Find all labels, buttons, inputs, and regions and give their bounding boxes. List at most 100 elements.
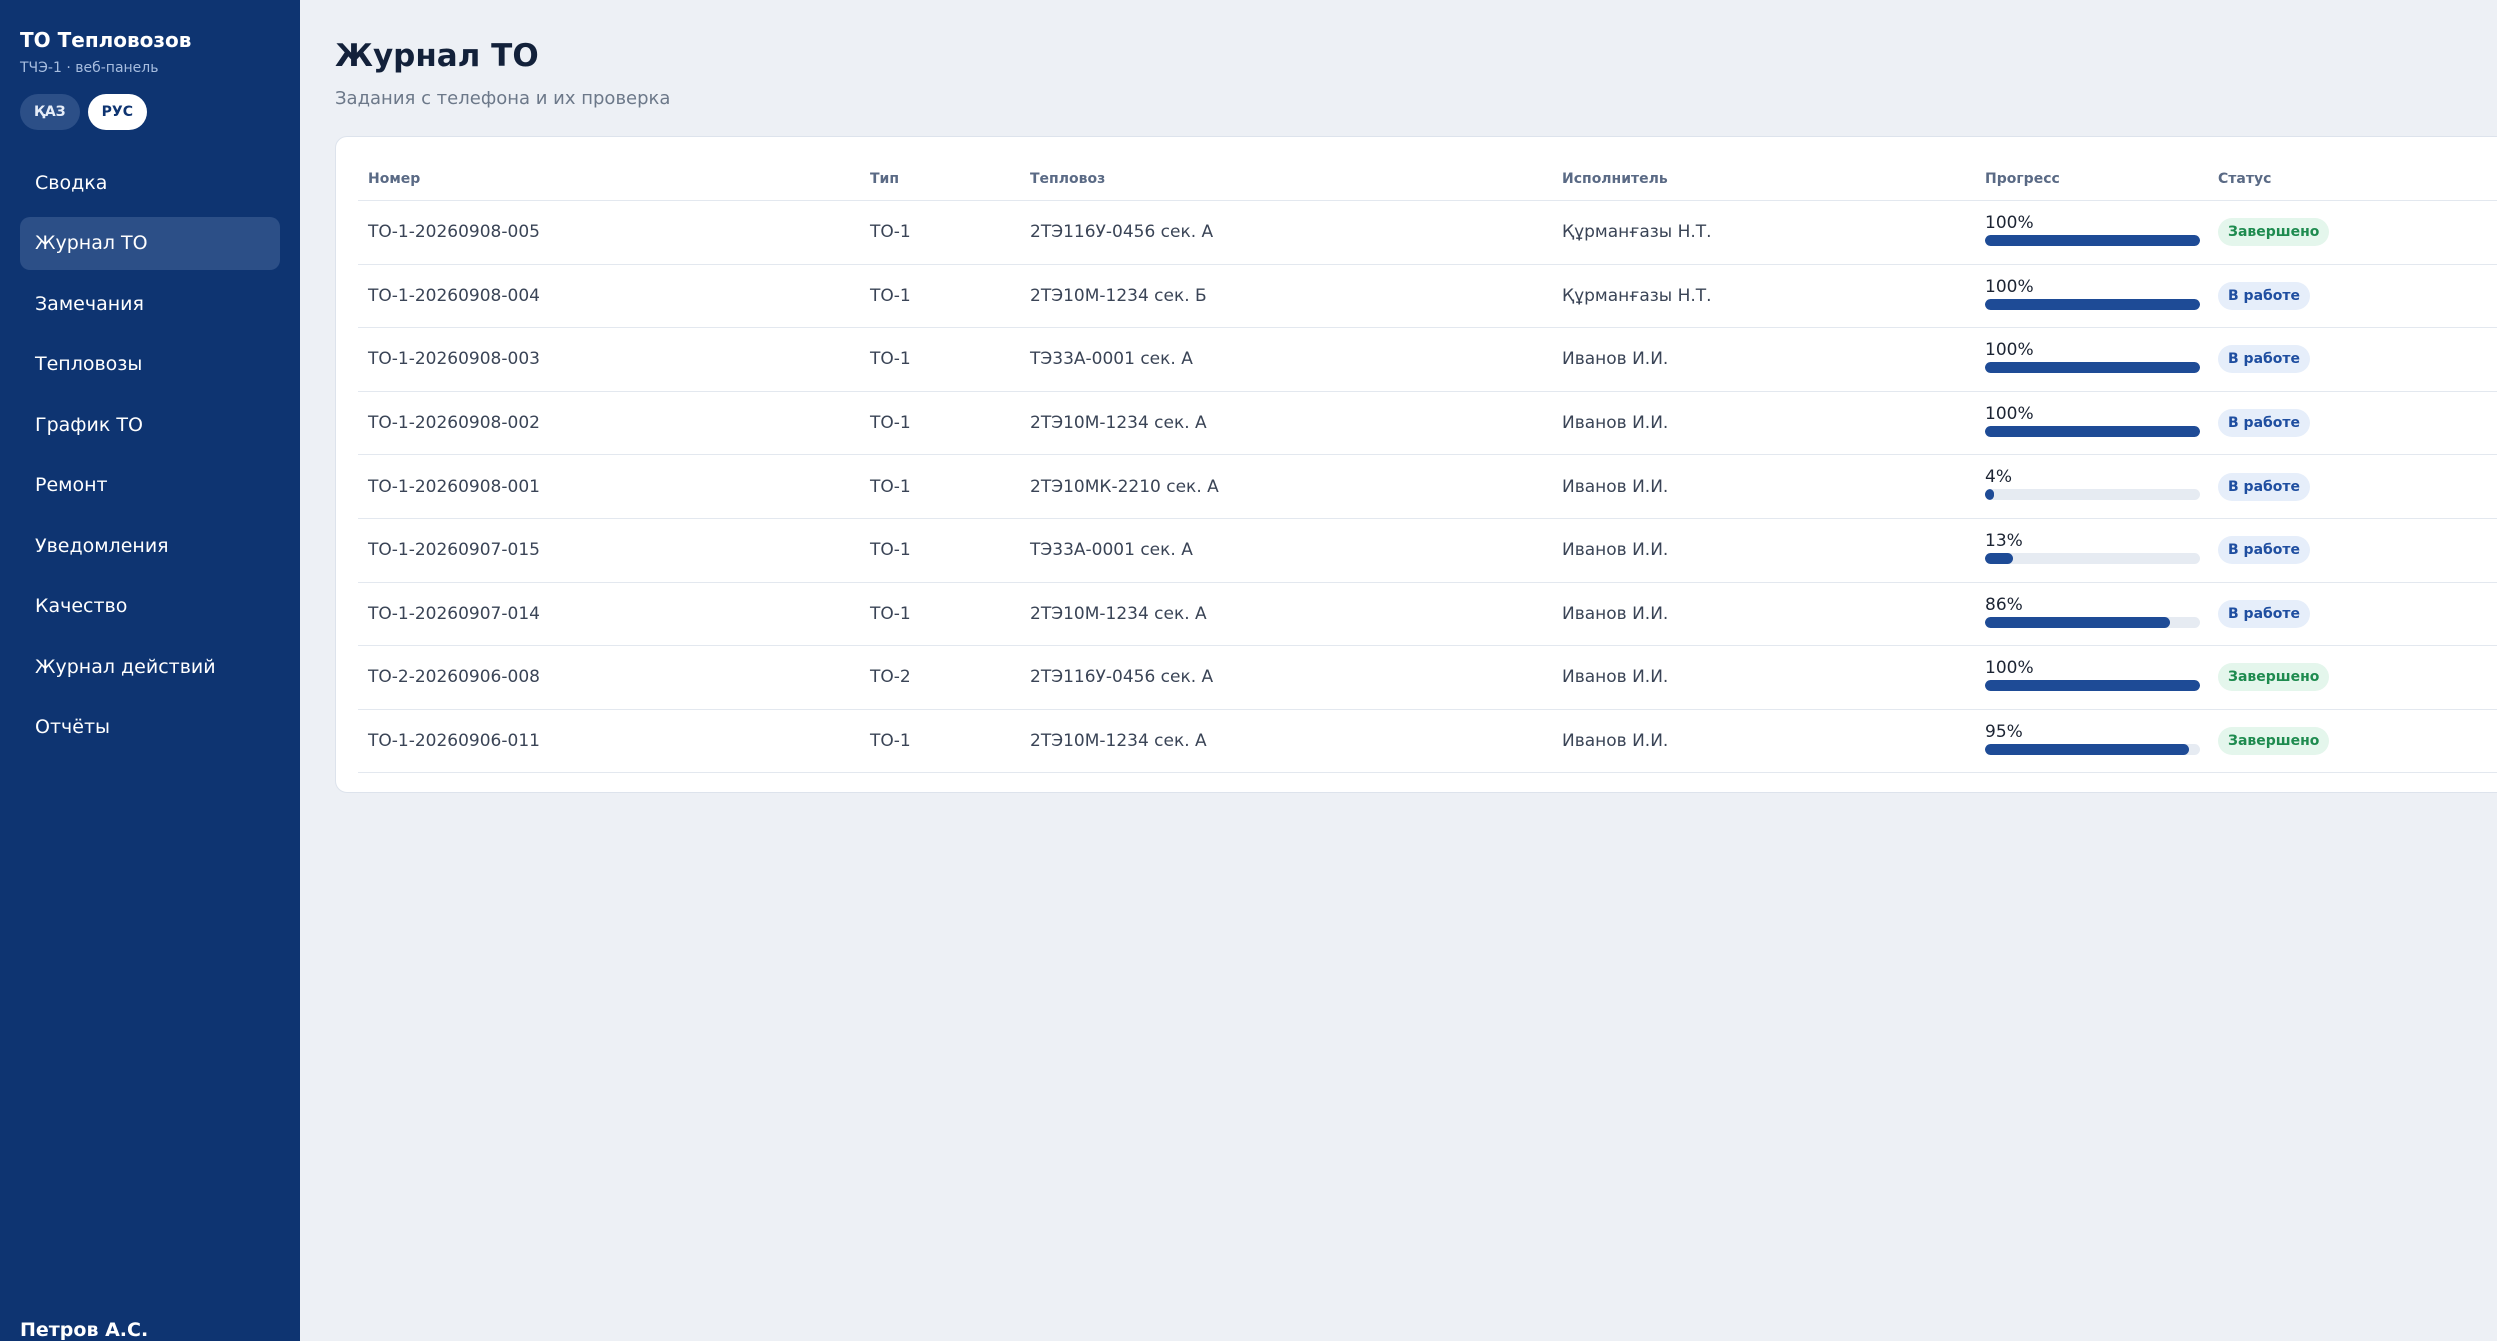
sidebar-item-label: Журнал действий xyxy=(35,655,216,678)
progress-cell: 95% xyxy=(1985,722,2200,755)
sidebar-item-8[interactable]: Журнал действий xyxy=(20,640,280,693)
cell-type: ТО-2 xyxy=(870,667,911,688)
cell-executor: Иванов И.И. xyxy=(1562,476,1669,497)
status-badge: В работе xyxy=(2218,472,2311,501)
cell-loco: 2ТЭ10М-1234 сек. А xyxy=(1030,731,1207,752)
progress-bar xyxy=(1985,235,2200,246)
app-title: ТО Тепловозов xyxy=(20,28,192,52)
status-cell: В работе xyxy=(2218,536,2311,565)
status-badge: В работе xyxy=(2218,345,2311,374)
sidebar-item-label: Сводка xyxy=(35,171,108,194)
cell-type: ТО-1 xyxy=(870,731,911,752)
progress-label: 95% xyxy=(1985,721,2023,742)
status-badge: В работе xyxy=(2218,281,2311,310)
status-cell: В работе xyxy=(2218,345,2311,374)
progress-bar-fill xyxy=(1985,298,2200,310)
cell-executor: Иванов И.И. xyxy=(1562,540,1669,561)
status-cell: В работе xyxy=(2218,409,2311,438)
progress-bar xyxy=(1985,616,2200,628)
lang-button-0[interactable]: ҚАЗ xyxy=(20,94,80,130)
sidebar-item-9[interactable]: Отчёты xyxy=(20,701,280,754)
progress-bar xyxy=(1985,489,2200,501)
sidebar-item-2[interactable]: Замечания xyxy=(20,277,280,330)
table-row[interactable]: ТО-1-20260908-002 ТО-1 2ТЭ10М-1234 сек. А И… xyxy=(358,392,2497,456)
table-row[interactable]: ТО-1-20260907-015 ТО-1 ТЭ33А-0001 сек. А Ив… xyxy=(358,519,2497,583)
cell-executor: Құрманғазы Н.Т. xyxy=(1562,222,1712,243)
table-row[interactable]: ТО-1-20260908-004 ТО-1 2ТЭ10М-1234 сек. Б Қ… xyxy=(358,265,2497,329)
cell-number: ТО-1-20260906-011 xyxy=(368,731,540,752)
cell-loco: 2ТЭ116У-0456 сек. А xyxy=(1030,222,1214,243)
table-row[interactable]: ТО-2-20260906-008 ТО-2 2ТЭ116У-0456 сек. А… xyxy=(358,646,2497,710)
progress-cell: 100% xyxy=(1985,404,2200,437)
table-row[interactable]: ТО-1-20260908-003 ТО-1 ТЭ33А-0001 сек. А Ив… xyxy=(358,328,2497,392)
cell-executor: Иванов И.И. xyxy=(1562,731,1669,752)
cell-number: ТО-1-20260908-002 xyxy=(368,413,540,434)
header-type[interactable]: Тип xyxy=(870,171,899,187)
cell-type: ТО-1 xyxy=(870,349,911,370)
cell-loco: 2ТЭ10М-1234 сек. Б xyxy=(1030,285,1207,306)
header-progress[interactable]: Прогресс xyxy=(1985,171,2060,187)
sidebar-item-label: Ремонт xyxy=(35,474,108,496)
progress-cell: 86% xyxy=(1985,595,2200,628)
table-row[interactable]: ТО-1-20260907-014 ТО-1 2ТЭ10М-1234 сек. А И… xyxy=(358,583,2497,647)
cell-type: ТО-1 xyxy=(870,285,911,306)
header-executor[interactable]: Исполнитель xyxy=(1562,171,1668,187)
cell-type: ТО-1 xyxy=(870,222,911,243)
app-subtitle: ТЧЭ-1 · веб-панель xyxy=(20,60,159,76)
cell-type: ТО-1 xyxy=(870,540,911,561)
table-row[interactable]: ТО-1-20260908-001 ТО-1 2ТЭ10МК-2210 сек. А… xyxy=(358,455,2497,519)
table-row[interactable]: ТО-1-20260908-005 ТО-1 2ТЭ116У-0456 сек. А… xyxy=(358,201,2497,265)
status-badge: В работе xyxy=(2218,536,2311,565)
cell-loco: ТЭ33А-0001 сек. А xyxy=(1030,540,1193,561)
cell-loco: 2ТЭ10М-1234 сек. А xyxy=(1030,603,1207,624)
status-cell: В работе xyxy=(2218,472,2311,501)
header-loco[interactable]: Тепловоз xyxy=(1030,171,1105,187)
progress-bar-fill xyxy=(1985,425,2200,437)
page-subtitle: Задания с телефона и их проверка xyxy=(335,88,671,109)
sidebar-item-7[interactable]: Качество xyxy=(20,580,280,633)
sidebar-item-0[interactable]: Сводка xyxy=(20,156,280,209)
header-number[interactable]: Номер xyxy=(368,171,420,187)
sidebar-item-1[interactable]: Журнал ТО xyxy=(20,216,280,270)
progress-cell: 100% xyxy=(1985,213,2200,246)
cell-type: ТО-1 xyxy=(870,413,911,434)
cell-number: ТО-1-20260908-004 xyxy=(368,285,540,306)
cell-executor: Құрманғазы Н.Т. xyxy=(1562,285,1712,306)
progress-bar xyxy=(1985,743,2200,755)
table-row[interactable]: ТО-1-20260906-011 ТО-1 2ТЭ10М-1234 сек. А И… xyxy=(358,710,2497,774)
progress-label: 4% xyxy=(1985,467,2012,488)
sidebar-item-5[interactable]: Ремонт xyxy=(20,459,280,512)
progress-bar xyxy=(1985,362,2200,374)
header-status[interactable]: Статус xyxy=(2218,171,2271,187)
progress-label: 100% xyxy=(1985,403,2034,424)
status-cell: Завершено xyxy=(2218,218,2330,247)
progress-cell: 100% xyxy=(1985,277,2200,310)
cell-number: ТО-1-20260907-014 xyxy=(368,603,540,624)
progress-label: 100% xyxy=(1985,276,2034,297)
cell-executor: Иванов И.И. xyxy=(1562,603,1669,624)
progress-cell: 100% xyxy=(1985,658,2200,692)
sidebar-item-label: Качество xyxy=(35,595,128,617)
cell-loco: 2ТЭ116У-0456 сек. А xyxy=(1030,667,1214,688)
status-cell: В работе xyxy=(2218,599,2311,628)
app-root: ТО Тепловозов ТЧЭ-1 · веб-панель ҚАЗ РУС … xyxy=(0,0,2497,1341)
cell-loco: 2ТЭ10М-1234 сек. А xyxy=(1030,413,1207,434)
sidebar-item-3[interactable]: Тепловозы xyxy=(20,338,280,391)
cell-number: ТО-1-20260908-003 xyxy=(368,349,540,370)
cell-loco: ТЭ33А-0001 сек. А xyxy=(1030,349,1193,370)
sidebar-item-4[interactable]: График ТО xyxy=(20,398,280,451)
page-title: Журнал ТО xyxy=(335,38,539,74)
progress-label: 100% xyxy=(1985,340,2034,361)
status-cell: В работе xyxy=(2218,281,2311,310)
progress-label: 86% xyxy=(1985,594,2023,615)
lang-button-1[interactable]: РУС xyxy=(87,94,147,130)
progress-bar xyxy=(1985,552,2200,564)
sidebar-item-6[interactable]: Уведомления xyxy=(20,519,280,572)
progress-cell: 4% xyxy=(1985,467,2200,501)
cell-executor: Иванов И.И. xyxy=(1562,413,1669,434)
sidebar-item-label: Журнал ТО xyxy=(35,232,148,254)
progress-bar xyxy=(1985,425,2200,437)
status-cell: Завершено xyxy=(2218,727,2330,756)
journal-table: Номер Тип Тепловоз Исполнитель Прогресс … xyxy=(358,157,2497,774)
progress-bar-fill xyxy=(1985,362,2200,374)
